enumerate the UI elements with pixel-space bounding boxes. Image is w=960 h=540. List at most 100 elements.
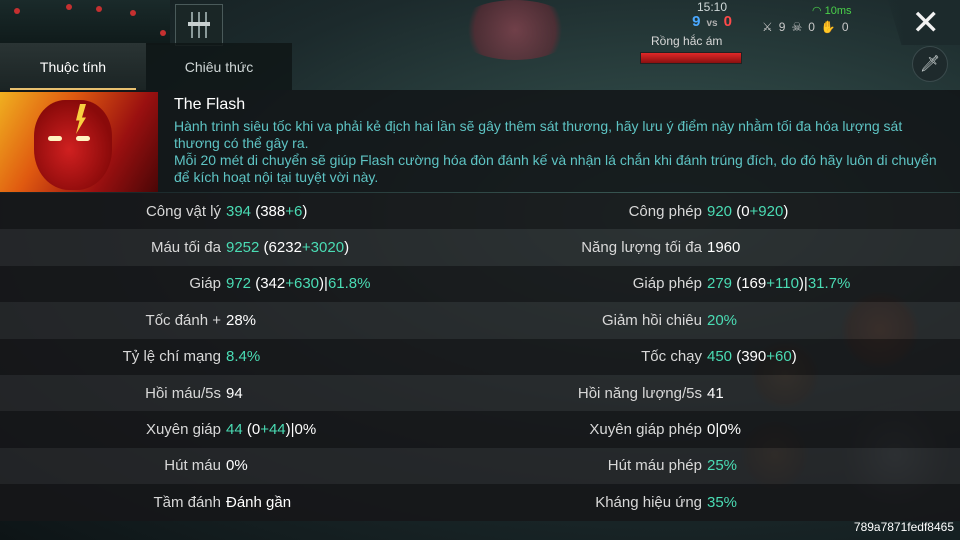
stat-value: 394 xyxy=(226,202,252,220)
stat-label: Hút máu phép xyxy=(607,457,702,475)
assist-icon: ✋ xyxy=(820,20,836,34)
stat-value: 9252 xyxy=(226,239,260,257)
stat-reduction-percent: 61.8% xyxy=(327,275,371,293)
target-name: Rồng hắc ám xyxy=(651,34,723,48)
tab-attributes[interactable]: Thuộc tính xyxy=(0,43,146,90)
stat-value-group: 25% xyxy=(707,457,737,474)
stat-value: 94 xyxy=(226,384,243,402)
stat-value-group: 279 (169+110)|31.7% xyxy=(707,275,850,292)
minimap[interactable] xyxy=(0,0,170,45)
stat-value-group: 0% xyxy=(226,457,248,474)
stats-table: Công vật lý 394 (388+6) Công phép 920 (0+92… xyxy=(0,193,960,521)
stat-row: Công vật lý 394 (388+6) Công phép 920 (0+92… xyxy=(0,193,960,230)
stat-value: 450 xyxy=(707,348,733,366)
stat-cell: Năng lượng tối đa 1960 xyxy=(480,239,960,256)
stat-row: Tỷ lệ chí mạng 8.4% Tốc chạy 450 (390+60) xyxy=(0,338,960,375)
stat-value: 20% xyxy=(707,311,738,329)
stat-label: Năng lượng tối đa xyxy=(581,239,702,257)
stat-label: Xuyên giáp phép xyxy=(589,421,702,439)
tab-bar: Thuộc tính Chiêu thức xyxy=(0,43,292,90)
stat-value-group: 20% xyxy=(707,312,737,329)
stat-cell: Giảm hồi chiêu 20% xyxy=(480,312,960,329)
stat-cell: Giáp phép 279 (169+110)|31.7% xyxy=(480,275,960,292)
stat-value-group: 9252 (6232+3020) xyxy=(226,239,349,256)
stat-cell: Công phép 920 (0+920) xyxy=(480,203,960,220)
stat-cell: Hồi máu/5s 94 xyxy=(0,385,480,402)
stat-row: Hồi máu/5s 94 Hồi năng lượng/5s 41 xyxy=(0,374,960,412)
stat-value: 0% xyxy=(226,457,248,475)
stat-base: (390 xyxy=(732,348,767,366)
stat-label: Hồi năng lượng/5s xyxy=(577,384,702,402)
deaths-count: 0 xyxy=(808,20,815,34)
stat-base: (169 xyxy=(732,275,767,293)
stat-cell: Tốc đánh + 28% xyxy=(0,312,480,329)
stat-bonus: +6 xyxy=(285,202,303,220)
stat-value-group: 920 (0+920) xyxy=(707,203,788,220)
vs-label: vs xyxy=(706,18,718,29)
enemy-tower-marker xyxy=(130,10,136,16)
stat-value: 25% xyxy=(707,457,738,475)
stat-value: 0|0% xyxy=(707,421,741,439)
stat-row: Giáp 972 (342+630)|61.8% Giáp phép 279 (169… xyxy=(0,265,960,303)
red-team-score: 0 xyxy=(723,13,732,30)
kda-stats: ⚔ 9 ☠ 0 ✋ 0 xyxy=(762,20,849,34)
stat-cell: Xuyên giáp phép 0|0% xyxy=(480,421,960,438)
stat-base: (388 xyxy=(251,202,286,220)
stat-label: Kháng hiệu ứng xyxy=(595,493,702,511)
stat-cell: Hút máu 0% xyxy=(0,457,480,474)
stat-label: Tốc đánh + xyxy=(145,311,221,329)
stat-label: Giáp phép xyxy=(632,275,702,293)
assists-count: 0 xyxy=(841,20,849,34)
stat-cell: Hút máu phép 25% xyxy=(480,457,960,474)
stat-cell: Công vật lý 394 (388+6) xyxy=(0,203,480,220)
stat-row: Hút máu 0% Hút máu phép 25% xyxy=(0,447,960,485)
stat-value-group: 28% xyxy=(226,312,256,329)
stat-value-group: 44 (0+44)|0% xyxy=(226,421,316,438)
tab-skills[interactable]: Chiêu thức xyxy=(146,43,292,90)
stat-value: 8.4% xyxy=(226,348,261,366)
hero-face xyxy=(34,100,112,190)
settings-sliders-button[interactable] xyxy=(175,4,223,46)
stat-bonus: +3020 xyxy=(301,239,345,257)
stat-cell: Tầm đánh Đánh gần xyxy=(0,494,480,511)
ping-label: 10ms xyxy=(824,5,852,17)
stat-base: (342 xyxy=(251,275,286,293)
slider-icon xyxy=(195,12,203,38)
skull-icon: ☠ xyxy=(791,20,803,34)
blue-team-score: 9 xyxy=(692,13,701,30)
stat-value-group: 972 (342+630)|61.8% xyxy=(226,275,370,292)
stat-cell: Máu tối đa 9252 (6232+3020) xyxy=(0,239,480,256)
stat-label: Tầm đánh xyxy=(153,493,221,511)
hero-info-panel: The Flash Hành trình siêu tốc khi va phả… xyxy=(0,90,960,192)
stat-suffix: ) xyxy=(783,202,789,220)
health-fill xyxy=(641,53,741,63)
stat-bonus: +630 xyxy=(285,275,320,293)
swords-icon: ⚔ xyxy=(762,20,773,34)
stat-suffix: )| xyxy=(798,275,808,293)
stat-bonus: +920 xyxy=(749,202,784,220)
slider-icon xyxy=(202,12,210,38)
description-paragraph: Mỗi 20 mét di chuyển sẽ giúp Flash cường… xyxy=(174,152,937,185)
background-tree xyxy=(455,0,575,60)
stat-value-group: 94 xyxy=(226,385,243,402)
target-health-bar xyxy=(640,52,742,64)
stat-value: 920 xyxy=(707,202,733,220)
stat-reduction-percent: 31.7% xyxy=(807,275,851,293)
stat-value-group: 41 xyxy=(707,385,724,402)
stat-value: 972 xyxy=(226,275,252,293)
stat-label: Hồi máu/5s xyxy=(145,384,221,402)
hero-portrait xyxy=(0,92,158,192)
stat-value: 44 xyxy=(226,421,243,439)
stat-label: Giáp xyxy=(189,275,221,293)
stat-label: Công phép xyxy=(628,202,702,220)
stat-value: 28% xyxy=(226,311,257,329)
sword-item-icon[interactable]: 🗡 xyxy=(912,46,948,82)
stat-base: (6232 xyxy=(259,239,302,257)
stat-cell: Tỷ lệ chí mạng 8.4% xyxy=(0,348,480,365)
stat-suffix: ) xyxy=(344,239,350,257)
stat-cell: Xuyên giáp 44 (0+44)|0% xyxy=(0,421,480,438)
stat-suffix: ) xyxy=(791,348,797,366)
hero-name: The Flash xyxy=(174,96,246,113)
stat-value-group: 35% xyxy=(707,494,737,511)
hero-eye xyxy=(76,136,90,141)
